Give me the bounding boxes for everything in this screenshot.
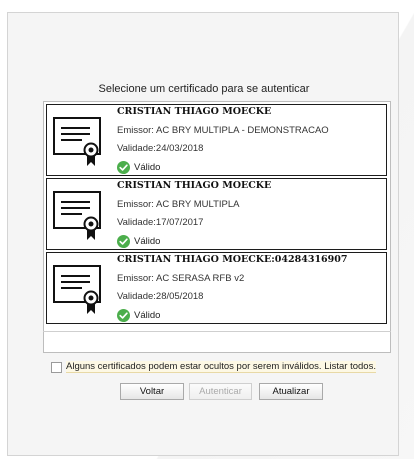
check-circle-icon (117, 308, 130, 322)
certificate-validity: Validade:17/07/2017 (117, 217, 204, 228)
certificate-status: Válido (117, 160, 160, 174)
certificate-icon (53, 191, 101, 240)
certificate-issuer: Emissor: AC BRY MULTIPLA - DEMONSTRACAO (117, 125, 329, 136)
certificate-item[interactable]: CRISTIAN THIAGO MOECKE:04284316907 Emiss… (46, 252, 387, 324)
dialog-title: Selecione um certificado para se autenti… (98, 83, 310, 95)
status-label: Válido (134, 309, 161, 321)
back-button[interactable]: Voltar (120, 383, 184, 400)
certificate-list: CRISTIAN THIAGO MOECKE Emissor: AC BRY M… (43, 101, 391, 353)
certificate-issuer: Emissor: AC SERASA RFB v2 (117, 273, 245, 284)
show-all-checkbox[interactable] (51, 361, 62, 373)
certificate-validity: Validade:28/05/2018 (117, 291, 204, 302)
certificate-name: CRISTIAN THIAGO MOECKE:04284316907 (117, 254, 348, 265)
certificate-validity: Validade:24/03/2018 (117, 143, 204, 154)
status-label: Válido (134, 161, 161, 173)
app-window: Selecione um certificado para se autenti… (0, 0, 414, 459)
show-all-label[interactable]: Alguns certificados podem estar ocultos … (66, 361, 376, 373)
check-circle-icon (117, 160, 130, 174)
certificate-name: CRISTIAN THIAGO MOECKE (117, 180, 272, 191)
refresh-button[interactable]: Atualizar (259, 383, 323, 400)
certificate-icon (53, 265, 101, 314)
status-label: Válido (134, 235, 161, 247)
certificate-status: Válido (117, 234, 160, 248)
show-all-option[interactable]: Alguns certificados podem estar ocultos … (51, 360, 376, 374)
certificate-dialog: Selecione um certificado para se autenti… (7, 12, 399, 456)
certificate-issuer: Emissor: AC BRY MULTIPLA (117, 199, 240, 210)
button-row: Voltar Autenticar Atualizar (8, 383, 400, 401)
certificate-item[interactable]: CRISTIAN THIAGO MOECKE Emissor: AC BRY M… (46, 104, 387, 176)
certificate-icon (53, 117, 101, 166)
authenticate-button[interactable]: Autenticar (189, 383, 252, 400)
check-circle-icon (117, 234, 130, 248)
certificate-item[interactable]: CRISTIAN THIAGO MOECKE Emissor: AC BRY M… (46, 178, 387, 250)
certificate-name: CRISTIAN THIAGO MOECKE (117, 106, 272, 117)
list-empty-area (43, 331, 391, 354)
certificate-status: Válido (117, 308, 160, 322)
